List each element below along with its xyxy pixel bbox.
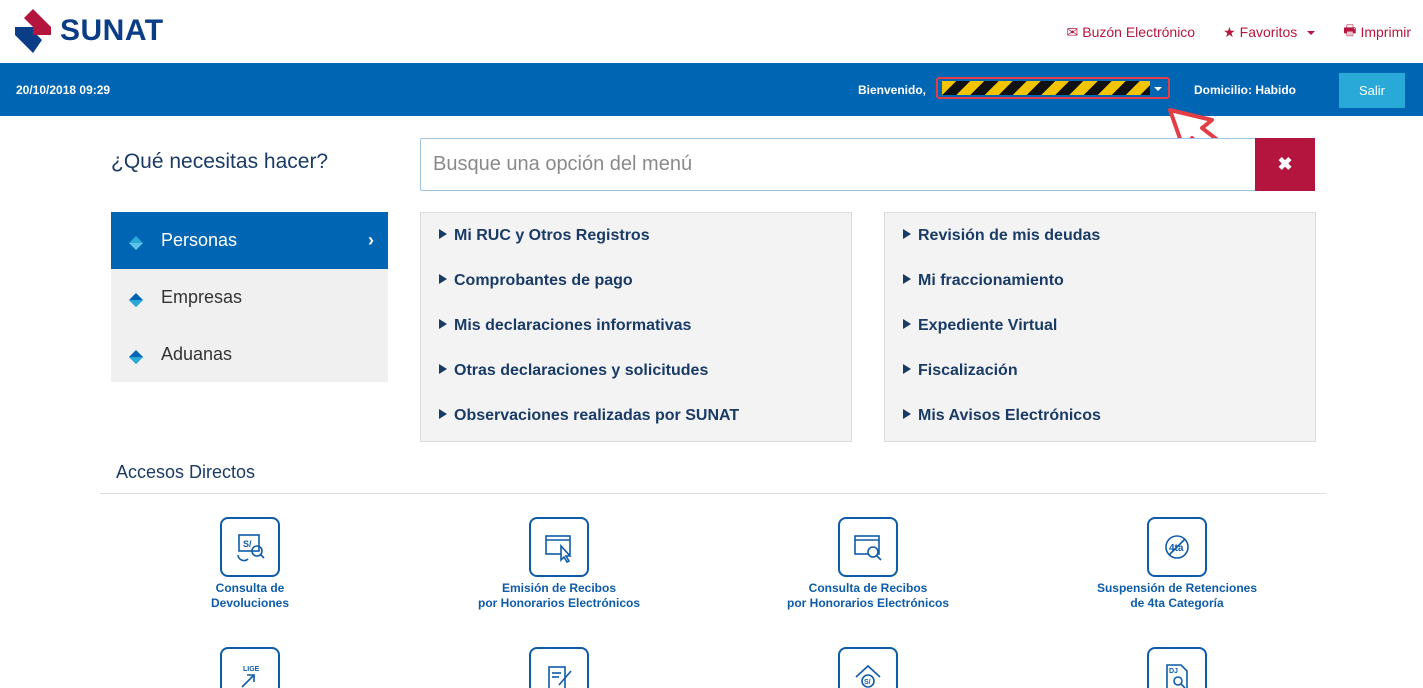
tile-lige[interactable]: LIGE xyxy=(110,647,390,688)
tile-edit-document[interactable] xyxy=(419,647,699,688)
menu-option[interactable]: Mis declaraciones informativas xyxy=(421,317,851,362)
page-question: ¿Qué necesitas hacer? xyxy=(111,150,329,173)
chevron-down-icon xyxy=(1154,87,1162,91)
menu-option-label: Expediente Virtual xyxy=(918,317,1058,334)
domicilio-status: Domicilio: Habido xyxy=(1194,83,1296,97)
printer-icon: 🖶 xyxy=(1343,22,1357,38)
user-menu-dropdown[interactable] xyxy=(936,77,1170,99)
section-divider xyxy=(100,493,1326,494)
triangle-right-icon xyxy=(903,229,911,239)
category-label: Aduanas xyxy=(161,344,233,364)
menu-option-label: Fiscalización xyxy=(918,362,1018,379)
imprimir-label: Imprimir xyxy=(1360,24,1411,40)
triangle-right-icon xyxy=(903,319,911,329)
triangle-right-icon xyxy=(439,319,447,329)
triangle-right-icon xyxy=(439,274,447,284)
menu-search-input[interactable] xyxy=(420,138,1256,191)
accesos-directos-heading: Accesos Directos xyxy=(116,462,256,482)
category-label: Personas xyxy=(161,230,238,250)
options-panel-right: Revisión de mis deudas Mi fraccionamient… xyxy=(884,212,1316,442)
triangle-right-icon xyxy=(439,364,447,374)
logout-button[interactable]: Salir xyxy=(1339,73,1405,108)
svg-text:S/: S/ xyxy=(864,679,871,686)
envelope-icon: ✉ xyxy=(1066,23,1079,40)
window-cursor-icon xyxy=(529,517,589,577)
redacted-username xyxy=(942,81,1150,95)
welcome-text: Bienvenido, xyxy=(858,83,927,97)
triangle-right-icon xyxy=(903,274,911,284)
chevron-right-icon: › xyxy=(368,230,374,250)
category-menu: Personas › Empresas Aduanas xyxy=(111,212,388,382)
triangle-right-icon xyxy=(439,229,447,239)
tile-label: Suspensión de Retenciones de 4ta Categor… xyxy=(1096,581,1258,610)
no-4ta-icon: 4ta xyxy=(1147,517,1207,577)
tile-house-soles[interactable]: S/ xyxy=(728,647,1008,688)
tile-dj-search[interactable]: DJ xyxy=(1037,647,1317,688)
triangle-right-icon xyxy=(439,409,447,419)
menu-option-label: Comprobantes de pago xyxy=(454,272,633,289)
menu-option[interactable]: Comprobantes de pago xyxy=(421,272,851,317)
tile-label: Emisión de Recibos por Honorarios Electr… xyxy=(477,581,641,610)
session-datetime: 20/10/2018 09:29 xyxy=(16,83,111,97)
sunat-logo-mark-icon xyxy=(10,8,56,54)
house-soles-icon: S/ xyxy=(838,647,898,688)
refund-search-icon: S/ xyxy=(220,517,280,577)
tile-label: Consulta de Recibos por Honorarios Elect… xyxy=(786,581,950,610)
menu-option-label: Otras declaraciones y solicitudes xyxy=(454,362,709,379)
svg-text:4ta: 4ta xyxy=(1169,543,1184,554)
sunat-diamond-icon xyxy=(129,348,143,364)
triangle-right-icon xyxy=(903,409,911,419)
menu-option-label: Mi RUC y Otros Registros xyxy=(454,227,650,244)
menu-option-label: Mis declaraciones informativas xyxy=(454,317,692,334)
sunat-logo[interactable]: SUNAT xyxy=(10,8,164,54)
star-icon: ★ xyxy=(1223,23,1236,40)
sunat-diamond-icon xyxy=(129,234,143,250)
imprimir-link[interactable]: 🖶 Imprimir xyxy=(1343,20,1411,44)
edit-document-icon xyxy=(529,647,589,688)
dj-search-icon: DJ xyxy=(1147,647,1207,688)
menu-option[interactable]: Expediente Virtual xyxy=(885,317,1315,362)
clear-search-button[interactable]: ✖ xyxy=(1255,138,1315,191)
menu-option[interactable]: Mis Avisos Electrónicos xyxy=(885,407,1315,452)
buzon-link[interactable]: ✉ Buzón Electrónico xyxy=(1067,20,1196,44)
category-label: Empresas xyxy=(161,287,243,307)
lige-icon: LIGE xyxy=(220,647,280,688)
tile-suspension-retenciones[interactable]: 4ta Suspensión de Retenciones de 4ta Cat… xyxy=(1037,517,1317,611)
menu-option-label: Mi fraccionamiento xyxy=(918,272,1064,289)
category-empresas[interactable]: Empresas xyxy=(111,269,388,326)
options-panel-left: Mi RUC y Otros Registros Comprobantes de… xyxy=(420,212,852,442)
svg-text:S/: S/ xyxy=(243,539,252,549)
close-icon: ✖ xyxy=(1277,154,1293,174)
top-header: SUNAT ✉ Buzón Electrónico ★ Favoritos 🖶 … xyxy=(0,0,1423,63)
menu-option[interactable]: Fiscalización xyxy=(885,362,1315,407)
tile-consulta-recibos[interactable]: Consulta de Recibos por Honorarios Elect… xyxy=(728,517,1008,611)
chevron-down-icon xyxy=(1307,31,1316,35)
category-personas[interactable]: Personas › xyxy=(111,212,388,269)
menu-option[interactable]: Observaciones realizadas por SUNAT xyxy=(421,407,851,452)
favoritos-label: Favoritos xyxy=(1239,24,1298,40)
svg-text:LIGE: LIGE xyxy=(243,666,260,673)
svg-text:DJ: DJ xyxy=(1169,668,1178,675)
menu-option[interactable]: Revisión de mis deudas xyxy=(885,227,1315,272)
triangle-right-icon xyxy=(903,364,911,374)
top-links: ✉ Buzón Electrónico ★ Favoritos 🖶 Imprim… xyxy=(1067,20,1411,44)
window-search-icon xyxy=(838,517,898,577)
buzon-label: Buzón Electrónico xyxy=(1082,24,1196,40)
logo-text: SUNAT xyxy=(60,14,164,47)
category-aduanas[interactable]: Aduanas xyxy=(111,326,388,383)
favoritos-dropdown[interactable]: ★ Favoritos xyxy=(1223,20,1316,44)
tile-emision-recibos[interactable]: Emisión de Recibos por Honorarios Electr… xyxy=(419,517,699,611)
menu-option-label: Observaciones realizadas por SUNAT xyxy=(454,407,740,424)
menu-option-label: Mis Avisos Electrónicos xyxy=(918,407,1101,424)
menu-option[interactable]: Mi fraccionamiento xyxy=(885,272,1315,317)
tile-consulta-devoluciones[interactable]: S/ Consulta de Devoluciones xyxy=(110,517,390,611)
menu-option[interactable]: Otras declaraciones y solicitudes xyxy=(421,362,851,407)
sunat-diamond-icon xyxy=(129,291,143,307)
tile-label: Consulta de Devoluciones xyxy=(210,581,290,610)
menu-option[interactable]: Mi RUC y Otros Registros xyxy=(421,227,851,272)
menu-option-label: Revisión de mis deudas xyxy=(918,227,1101,244)
